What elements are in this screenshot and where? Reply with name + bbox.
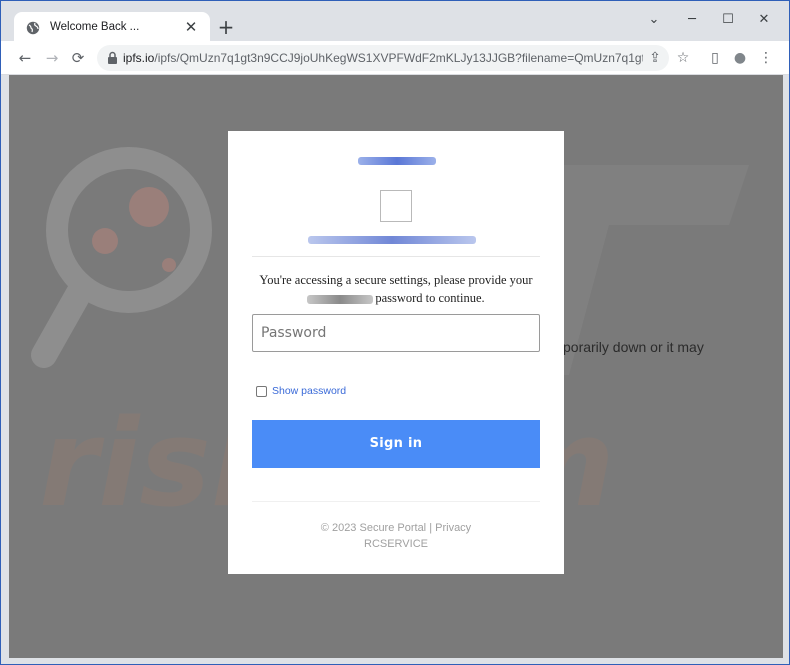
bookmark-star-icon[interactable]: ☆: [671, 46, 695, 70]
browser-toolbar: ← → ⟳ ipfs.io/ipfs/QmUzn7q1gt3n9CCJ9joUh…: [1, 41, 789, 75]
privacy-link[interactable]: Privacy: [435, 522, 471, 534]
maximize-button[interactable]: ☐: [713, 9, 743, 31]
login-card: You're accessing a secure settings, plea…: [228, 131, 564, 574]
divider: [252, 256, 540, 257]
url-host: ipfs.io: [123, 51, 155, 65]
sign-in-button[interactable]: Sign in: [252, 420, 540, 468]
page-content: risk.com porarily down or it may You're …: [9, 75, 783, 658]
broken-logo-image: [380, 190, 412, 222]
globe-icon: [26, 21, 40, 35]
show-password-toggle[interactable]: Show password: [256, 384, 366, 400]
new-tab-button[interactable]: +: [214, 16, 238, 40]
profile-avatar-icon[interactable]: ●: [728, 46, 752, 70]
footer-copyright: © 2023 Secure Portal: [320, 522, 427, 534]
minimize-button[interactable]: ─: [677, 9, 707, 31]
close-window-button[interactable]: ✕: [749, 9, 779, 31]
message-line-2: password to continue.: [375, 291, 485, 305]
address-bar[interactable]: ipfs.io/ipfs/QmUzn7q1gt3n9CCJ9joUhKegWS1…: [97, 45, 669, 71]
tab-strip: Welcome Back ... ✕ + ⌄ ─ ☐ ✕: [1, 1, 789, 45]
background-error-text: porarily down or it may: [563, 339, 704, 355]
reload-button[interactable]: ⟳: [66, 46, 90, 70]
url-path: /ipfs/QmUzn7q1gt3n9CCJ9joUhKegWS1XVPFWdF…: [154, 51, 643, 65]
footer-separator: |: [429, 522, 433, 534]
browser-window: Welcome Back ... ✕ + ⌄ ─ ☐ ✕ ← → ⟳ ipfs.…: [0, 0, 790, 665]
share-icon[interactable]: ⇪: [643, 46, 667, 70]
login-message: You're accessing a secure settings, plea…: [244, 271, 548, 307]
side-panel-icon[interactable]: ▯: [703, 46, 727, 70]
tab-close-icon[interactable]: ✕: [181, 17, 201, 37]
show-password-checkbox[interactable]: [256, 386, 267, 397]
password-input[interactable]: [252, 314, 540, 352]
lock-icon[interactable]: [107, 51, 118, 65]
footer-divider: [252, 501, 540, 502]
chevron-down-icon[interactable]: ⌄: [639, 9, 669, 31]
back-button[interactable]: ←: [13, 46, 37, 70]
forward-button[interactable]: →: [40, 46, 64, 70]
url-text: ipfs.io/ipfs/QmUzn7q1gt3n9CCJ9joUhKegWS1…: [123, 51, 643, 65]
card-footer: © 2023 Secure Portal | Privacy RCSERVICE: [228, 520, 564, 552]
footer-service: RCSERVICE: [364, 538, 428, 550]
show-password-label[interactable]: Show password: [272, 385, 346, 397]
blurred-email-text: [308, 236, 476, 244]
blurred-brand-text: [358, 157, 436, 165]
message-line-1: You're accessing a secure settings, plea…: [259, 273, 533, 287]
tab-title: Welcome Back ...: [50, 21, 140, 33]
blurred-account-name: [307, 294, 374, 304]
menu-kebab-icon[interactable]: ⋮: [754, 46, 778, 70]
